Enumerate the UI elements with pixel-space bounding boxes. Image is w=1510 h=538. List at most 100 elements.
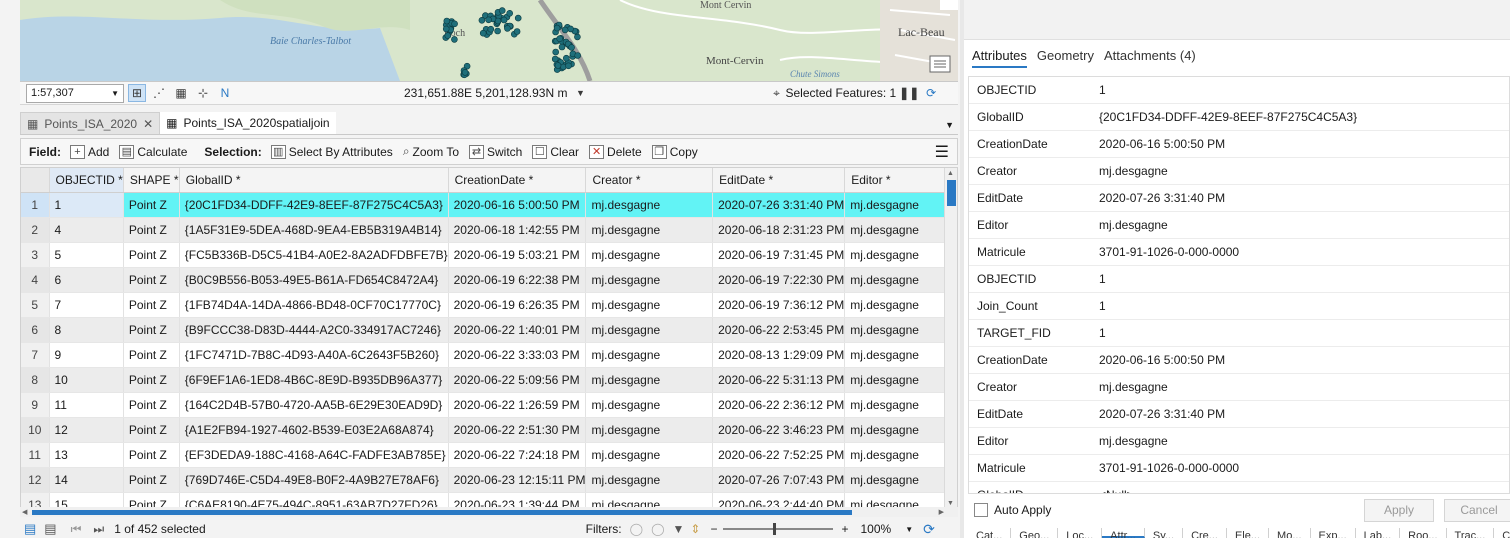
scroll-left-icon[interactable]: ◀ <box>22 508 27 516</box>
row-number[interactable]: 11 <box>21 442 50 468</box>
table-cell[interactable]: {C6AE8190-4E75-494C-8951-63AB7D27FD26} <box>179 492 449 507</box>
feature-point[interactable] <box>485 16 492 24</box>
horizontal-scrollbar[interactable]: ◀ ▶ <box>20 507 958 517</box>
table-cell[interactable]: Point Z <box>123 467 180 493</box>
clear-button[interactable]: ☐ Clear <box>529 142 582 162</box>
feature-point[interactable] <box>498 7 506 14</box>
scroll-down-icon[interactable]: ▼ <box>947 500 954 507</box>
first-record-icon[interactable]: ⏮ <box>71 522 82 537</box>
table-cell[interactable]: 9 <box>49 342 124 368</box>
table-cell[interactable]: mj.desgagne <box>844 292 957 318</box>
table-cell[interactable]: Point Z <box>123 242 180 268</box>
map-tool-icon[interactable] <box>929 55 951 73</box>
feature-point[interactable] <box>487 25 495 33</box>
table-cell[interactable]: {A1E2FB94-1927-4602-B539-E03E2A68A874} <box>179 417 449 443</box>
attribute-value[interactable]: 3701-91-1026-0-000-0000 <box>1099 245 1239 259</box>
table-cell[interactable]: Point Z <box>123 217 180 243</box>
table-cell[interactable]: 2020-06-19 7:31:45 PM <box>712 242 846 268</box>
attribute-value[interactable]: 2020-07-26 3:31:40 PM <box>1099 407 1225 421</box>
row-number[interactable]: 3 <box>21 242 50 268</box>
table-cell[interactable]: 2020-06-22 2:51:30 PM <box>448 417 587 443</box>
column-header[interactable]: Editor * <box>844 168 957 193</box>
row-number[interactable]: 8 <box>21 367 50 393</box>
table-cell[interactable]: 7 <box>49 292 124 318</box>
table-cell[interactable]: Point Z <box>123 292 180 318</box>
refresh-icon[interactable]: ⟳ <box>923 521 935 538</box>
table-cell[interactable]: 2020-07-26 7:07:43 PM <box>712 467 846 493</box>
cancel-button[interactable]: Cancel <box>1444 498 1510 522</box>
table-cell[interactable]: 2020-06-19 6:22:38 PM <box>448 267 587 293</box>
tab-attributes[interactable]: Attributes <box>972 48 1027 68</box>
crosshair-icon[interactable]: ⊹ <box>194 84 212 102</box>
feature-point[interactable] <box>567 25 574 33</box>
attribute-row[interactable]: CreationDate 2020-06-16 5:00:50 PM <box>969 131 1509 158</box>
attribute-row[interactable]: EditDate 2020-07-26 3:31:40 PM <box>969 401 1509 428</box>
dock-tab[interactable]: Cre... <box>1183 528 1227 538</box>
row-number[interactable]: 6 <box>21 317 50 343</box>
zoom-to-button[interactable]: ⌕ Zoom To <box>400 142 462 162</box>
table-cell[interactable]: mj.desgagne <box>585 267 714 293</box>
feature-point[interactable] <box>553 24 561 32</box>
table-cell[interactable]: Point Z <box>123 317 180 343</box>
scroll-up-icon[interactable]: ▲ <box>947 170 954 177</box>
table-cell[interactable]: 2020-06-22 5:09:56 PM <box>448 367 587 393</box>
table-cell[interactable]: Point Z <box>123 367 180 393</box>
row-number[interactable]: 12 <box>21 467 50 493</box>
table-cell[interactable]: 15 <box>49 492 124 507</box>
table-cell[interactable]: mj.desgagne <box>844 317 957 343</box>
tab-points-isa-2020-spatialjoin[interactable]: ▦ Points_ISA_2020spatialjoin <box>160 112 336 134</box>
pause-icon[interactable]: ❚❚ <box>899 84 919 102</box>
zoom-in-icon[interactable]: + <box>841 522 848 536</box>
attribute-value[interactable]: mj.desgagne <box>1099 434 1168 448</box>
dock-tab[interactable]: Exp... <box>1311 528 1356 538</box>
row-number[interactable]: 13 <box>21 492 50 507</box>
table-cell[interactable]: mj.desgagne <box>844 267 957 293</box>
attribute-value[interactable]: mj.desgagne <box>1099 380 1168 394</box>
feature-point[interactable] <box>444 32 452 39</box>
feature-point[interactable] <box>565 62 572 70</box>
attribute-row[interactable]: EditDate 2020-07-26 3:31:40 PM <box>969 185 1509 212</box>
attribute-value[interactable]: mj.desgagne <box>1099 164 1168 178</box>
table-cell[interactable]: 2020-06-23 12:15:11 PM <box>448 467 587 493</box>
table-cell[interactable]: mj.desgagne <box>585 467 714 493</box>
dock-tab[interactable]: Mo... <box>1269 528 1311 538</box>
table-row[interactable]: 9 11 Point Z {164C2D4B-57B0-4720-AA5B-6E29E… <box>21 392 957 418</box>
fixed-zoom-icon[interactable]: ⊞ <box>128 84 146 102</box>
close-icon[interactable]: ✕ <box>143 117 153 131</box>
table-cell[interactable]: 2020-08-13 1:29:09 PM <box>712 342 846 368</box>
feature-point[interactable] <box>443 17 451 25</box>
row-number[interactable]: 5 <box>21 292 50 318</box>
table-cell[interactable]: 2020-06-22 7:24:18 PM <box>448 442 587 468</box>
table-cell[interactable]: {164C2D4B-57B0-4720-AA5B-6E29E30EAD9D} <box>179 392 449 418</box>
attribute-row[interactable]: OBJECTID 1 <box>969 266 1509 293</box>
table-cell[interactable]: {1FC7471D-7B8C-4D93-A40A-6C2643F5B260} <box>179 342 449 368</box>
attribute-row[interactable]: Editor mj.desgagne <box>969 212 1509 239</box>
feature-point[interactable] <box>551 55 559 63</box>
dock-tab[interactable]: Attr... <box>1102 528 1145 538</box>
refresh-icon[interactable]: ⟳ <box>922 84 940 102</box>
table-row[interactable]: 10 12 Point Z {A1E2FB94-1927-4602-B539-E03E… <box>21 417 957 443</box>
table-cell[interactable]: 2020-06-22 2:36:12 PM <box>712 392 846 418</box>
attribute-value[interactable]: mj.desgagne <box>1099 218 1168 232</box>
attribute-value[interactable]: 2020-06-16 5:00:50 PM <box>1099 353 1225 367</box>
table-cell[interactable]: 2020-06-22 1:26:59 PM <box>448 392 587 418</box>
table-row[interactable]: 5 7 Point Z {1FB74D4A-14DA-4866-BD48-0CF70C… <box>21 292 957 318</box>
attribute-value[interactable]: <Null> <box>1099 488 1134 493</box>
table-cell[interactable]: {1A5F31E9-5DEA-468D-9EA4-EB5B319A4B14} <box>179 217 449 243</box>
table-cell[interactable]: mj.desgagne <box>844 417 957 443</box>
table-cell[interactable]: 2020-06-22 2:53:45 PM <box>712 317 846 343</box>
table-cell[interactable]: Point Z <box>123 492 180 507</box>
table-cell[interactable]: mj.desgagne <box>844 367 957 393</box>
table-cell[interactable]: Point Z <box>123 417 180 443</box>
calculate-button[interactable]: ▤ Calculate <box>116 142 190 162</box>
feature-point[interactable] <box>478 16 486 24</box>
zoom-slider-thumb[interactable] <box>773 523 777 535</box>
table-cell[interactable]: 2020-06-23 1:39:44 PM <box>448 492 587 507</box>
table-cell[interactable]: mj.desgagne <box>585 417 714 443</box>
attribute-value[interactable]: 1 <box>1099 299 1106 313</box>
attribute-row[interactable]: Join_Count 1 <box>969 293 1509 320</box>
dock-tab[interactable]: Cha... <box>1494 528 1510 538</box>
table-cell[interactable]: 8 <box>49 317 124 343</box>
range-filter-icon[interactable]: ⇕ <box>690 522 700 536</box>
attribute-row[interactable]: Matricule 3701-91-1026-0-000-0000 <box>969 455 1509 482</box>
